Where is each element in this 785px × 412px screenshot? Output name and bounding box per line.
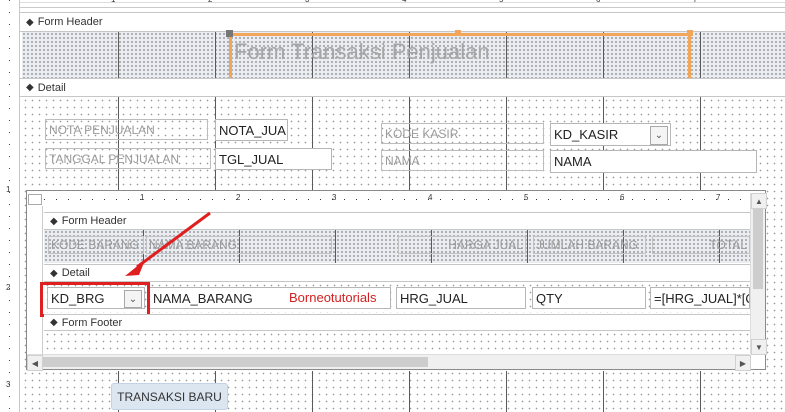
subform-select-box[interactable] (28, 194, 42, 205)
nama-label[interactable]: NAMA (381, 150, 544, 171)
tanggal-penjualan-label[interactable]: TANGGAL PENJUALAN (45, 148, 211, 169)
section-label: Detail (37, 81, 66, 94)
ruler-number: 1 (140, 193, 145, 202)
annotation-arrow (125, 211, 211, 276)
annotation-highlight-box (40, 282, 150, 317)
header-total[interactable]: TOTAL (652, 236, 750, 254)
ruler-number: 2 (208, 0, 212, 4)
form-header-section-bar[interactable]: ◆ Form Header (20, 12, 785, 32)
subform-vertical-scrollbar[interactable]: ▲ ▼ (750, 193, 767, 355)
ruler-number: 5 (499, 0, 503, 4)
scroll-down-icon[interactable]: ▼ (751, 339, 767, 355)
detail-section-bar[interactable]: ◆ Detail (20, 78, 785, 97)
subform-horizontal-scrollbar[interactable]: ◀ ▶ (27, 354, 751, 371)
tgl-jual-field[interactable]: TGL_JUAL (215, 148, 332, 170)
subform-top-ruler[interactable]: 1 2 3 4 5 6 7 (44, 193, 750, 205)
combo-value: KD_KASIR (554, 127, 619, 142)
nota-jual-field[interactable]: NOTA_JUA (215, 119, 288, 141)
scrollbar-thumb[interactable] (43, 357, 428, 367)
ruler-number: 7 (716, 193, 721, 202)
nota-penjualan-label[interactable]: NOTA PENJUALAN (45, 119, 208, 140)
nama-field[interactable]: NAMA (550, 150, 757, 173)
subform-left-ruler[interactable] (27, 206, 43, 354)
ruler-number: 3 (305, 0, 309, 4)
transaksi-baru-button[interactable]: TRANSAKSI BARU (111, 383, 228, 410)
section-label: Form Header (37, 16, 103, 28)
ruler-number: 3 (6, 380, 11, 389)
annotation-arrow-shaft (136, 211, 211, 269)
ruler-number: 7 (693, 0, 697, 4)
kode-kasir-label[interactable]: KODE KASIR (381, 123, 544, 144)
chevron-down-icon[interactable]: ⌄ (650, 126, 668, 145)
scrollbar-thumb[interactable] (753, 209, 763, 289)
subform-footer-body[interactable] (44, 331, 750, 354)
section-bar-icon: ◆ (50, 267, 58, 279)
ruler-number: 4 (402, 0, 406, 4)
section-bar-icon: ◆ (26, 82, 34, 93)
scroll-right-icon[interactable]: ▶ (735, 355, 751, 371)
scroll-left-icon[interactable]: ◀ (27, 355, 43, 371)
hrg-jual-field[interactable]: HRG_JUAL (396, 287, 526, 309)
selection-handle[interactable] (687, 30, 693, 36)
ruler-number: 2 (6, 283, 11, 292)
top-ruler[interactable]: 1 2 3 4 5 6 7 (20, 0, 785, 8)
ruler-number: 3 (332, 193, 337, 202)
section-bar-icon: ◆ (50, 215, 58, 227)
section-label: Detail (61, 267, 90, 279)
header-jumlah-barang[interactable]: JUMLAH BARANG (533, 236, 646, 254)
scroll-up-icon[interactable]: ▲ (751, 193, 767, 209)
qty-field[interactable]: QTY (532, 287, 646, 309)
subform-form-footer-bar[interactable]: ◆ Form Footer (44, 314, 750, 331)
section-bar-icon: ◆ (26, 16, 34, 28)
form-title[interactable]: Form Transaksi Penjualan (234, 39, 490, 65)
ruler-number: 1 (6, 185, 11, 194)
header-harga-jual[interactable]: HARGA JUAL (398, 236, 526, 254)
ruler-number: 4 (428, 193, 433, 202)
selection-handle[interactable] (226, 30, 233, 37)
ruler-number: 2 (236, 193, 241, 202)
watermark-text: Borneotutorials (289, 290, 377, 305)
ruler-number: 6 (596, 0, 600, 4)
kd-kasir-combo[interactable]: KD_KASIR ⌄ (550, 123, 671, 146)
selection-handle[interactable] (455, 30, 461, 36)
total-field[interactable]: =[HRG_JUAL]*[Q (650, 287, 750, 309)
ruler-number: 5 (524, 193, 529, 202)
ruler-number: 1 (111, 0, 115, 4)
left-ruler[interactable]: 1 2 3 (0, 0, 20, 412)
ruler-number: 6 (620, 193, 625, 202)
section-label: Form Footer (61, 316, 123, 329)
section-bar-icon: ◆ (50, 317, 58, 328)
